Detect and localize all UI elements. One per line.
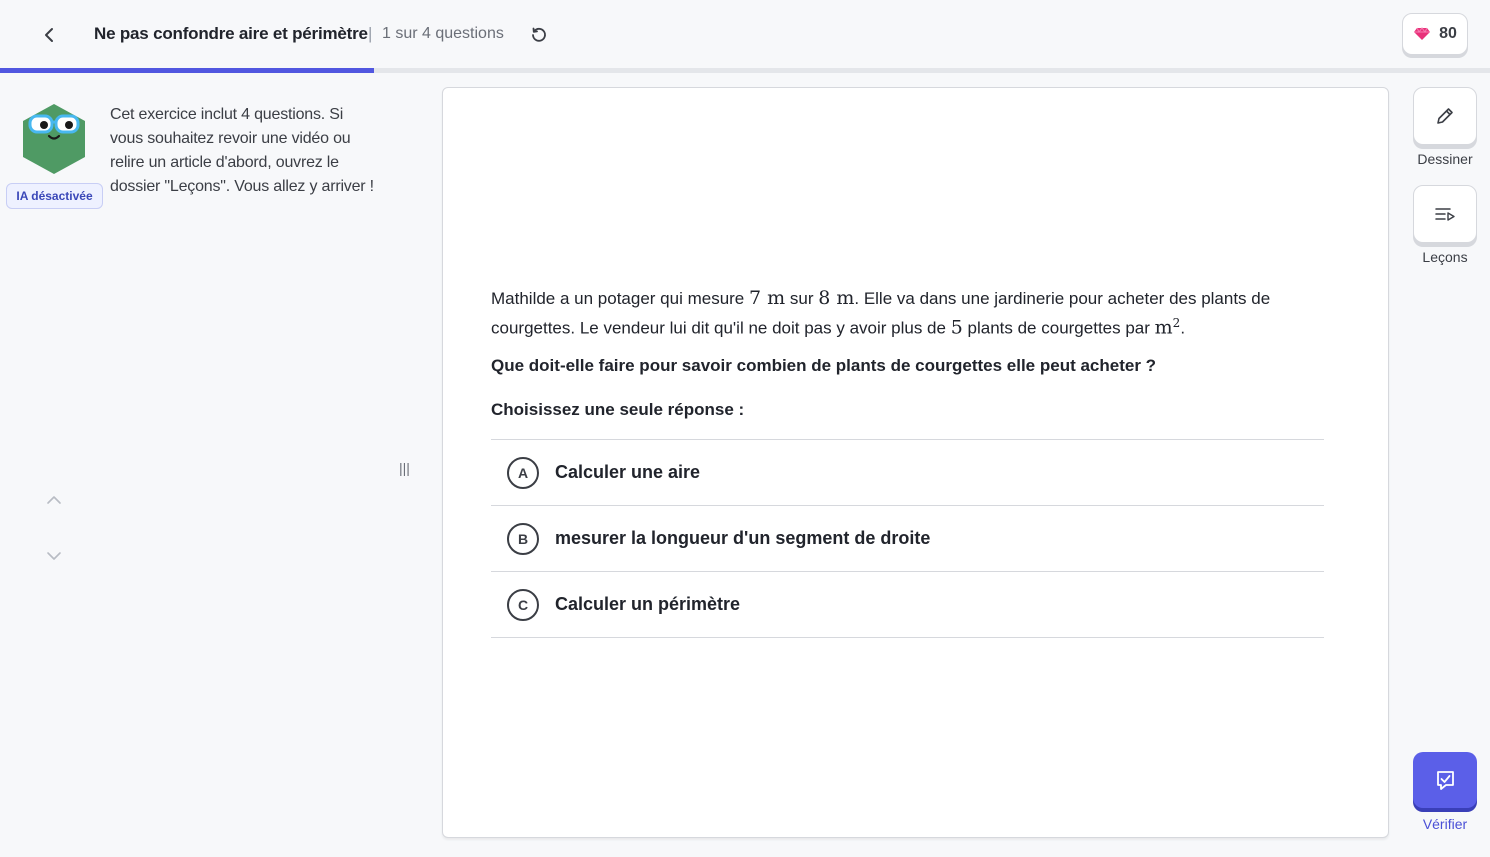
question-text-part: . [1180,318,1186,338]
math-plant-count: 5 [950,316,963,339]
question-progress: 1 sur 4 questions [382,25,504,42]
playlist-icon [1435,208,1455,221]
gems-counter[interactable]: 80 [1402,13,1468,55]
gems-count: 80 [1439,25,1457,42]
scroll-up-button[interactable] [44,492,64,508]
chevron-up-icon [47,496,61,504]
back-button[interactable] [34,20,64,50]
title-separator: | [368,24,373,43]
panel-resize-handle[interactable]: ||| [399,460,410,476]
answer-choices: A Calculer une aire B mesurer la longueu… [491,439,1324,638]
verify-button[interactable] [1413,752,1477,808]
restart-button[interactable] [526,22,552,48]
top-bar: Ne pas confondre aire et périmètre | 1 s… [0,0,1490,72]
mascot-avatar-icon [23,104,85,174]
choice-letter: A [507,456,539,489]
restart-icon [532,27,546,42]
math-length-1: 7 m [749,287,786,309]
choice-label: Calculer un périmètre [555,594,741,614]
answer-instruction: Choisissez une seule réponse : [491,400,745,419]
question-text-part: Mathilde a un potager qui mesure [491,289,749,308]
gem-icon [1414,27,1431,40]
question-text-part: plants de courgettes par [962,318,1155,338]
math-length-2: 8 m [818,287,855,309]
math-unit: m [1154,316,1173,339]
lessons-button[interactable] [1413,185,1477,243]
chevron-left-icon [45,28,53,42]
choice-letter: B [507,522,539,555]
pencil-icon [1437,108,1453,124]
check-answer-icon [1437,771,1454,790]
exercise-intro-text: Cet exercice inclut 4 questions. Si vous… [110,106,374,195]
draw-button[interactable] [1413,87,1477,145]
question-text-part: sur [785,289,819,308]
ai-status-badge: IA désactivée [6,183,103,209]
lessons-label: Leçons [1422,249,1468,265]
choice-label: mesurer la longueur d'un segment de droi… [555,528,931,548]
choice-a[interactable]: A Calculer une aire [491,440,1324,506]
scroll-down-button[interactable] [44,548,64,564]
question-card: Mathilde a un potager qui mesure 7 m sur… [442,87,1389,838]
chevron-down-icon [47,552,61,560]
choice-c[interactable]: C Calculer un périmètre [491,572,1324,638]
question-statement: Mathilde a un potager qui mesure 7 m sur… [491,286,1311,341]
exercise-title: Ne pas confondre aire et périmètre [94,24,368,43]
progress-bar [0,68,1490,73]
choice-label: Calculer une aire [555,462,701,482]
choice-letter: C [507,588,539,621]
verify-label: Vérifier [1422,816,1468,832]
progress-bar-fill [0,68,374,73]
choice-b[interactable]: B mesurer la longueur d'un segment de dr… [491,506,1324,572]
question-prompt: Que doit-elle faire pour savoir combien … [491,356,1157,375]
draw-label: Dessiner [1417,151,1473,167]
